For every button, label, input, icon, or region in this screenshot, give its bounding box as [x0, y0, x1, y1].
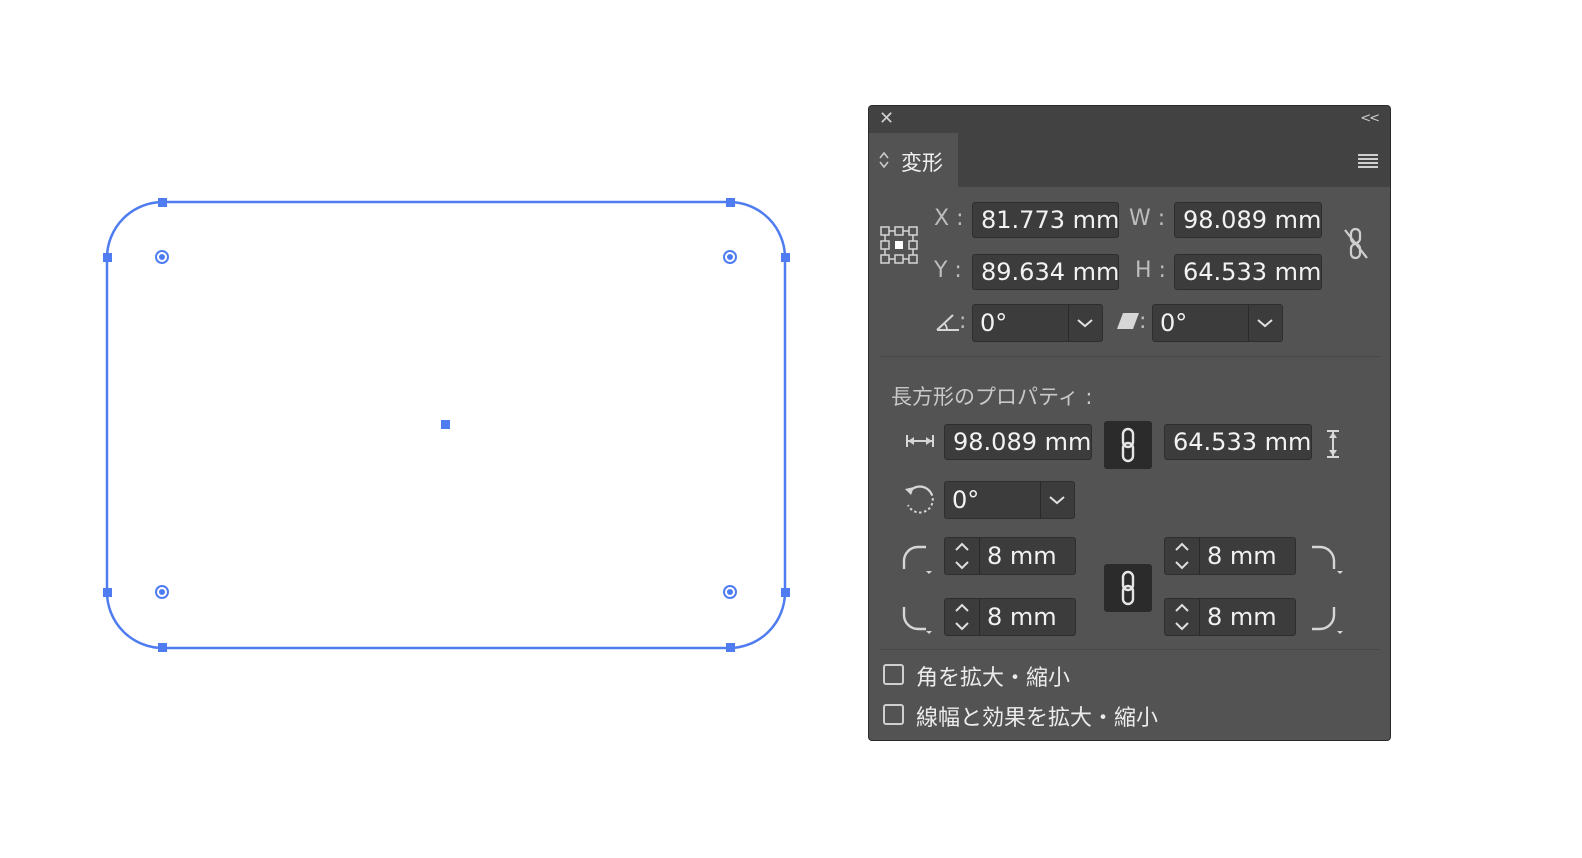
- y-input[interactable]: 89.634 mm: [972, 254, 1119, 290]
- angle-value: 0°: [980, 309, 1008, 337]
- corner-bottom-right-icon: [1312, 607, 1343, 634]
- constrain-wh-button[interactable]: [1104, 421, 1152, 469]
- shear-dropdown[interactable]: 0°: [1152, 304, 1283, 342]
- corner-top-right-stepper[interactable]: 8 mm: [1164, 537, 1296, 575]
- rect-properties-heading: 長方形のプロパティ :: [891, 385, 1093, 409]
- x-input[interactable]: 81.773 mm: [972, 202, 1119, 238]
- collapse-panel-icon[interactable]: <<: [1360, 111, 1380, 126]
- corner-top-right-value: 8 mm: [1207, 542, 1277, 570]
- rect-rotate-icon: [905, 485, 934, 514]
- corner-top-left-value: 8 mm: [987, 542, 1057, 570]
- constrain-unlinked-icon[interactable]: [1342, 226, 1370, 262]
- section-divider: [880, 649, 1380, 650]
- chevron-down-icon: [1257, 319, 1273, 328]
- w-input[interactable]: 98.089 mm: [1174, 202, 1322, 238]
- panel-tab-bar: 変形: [869, 133, 1390, 187]
- rect-width-input[interactable]: 98.089 mm: [944, 424, 1092, 460]
- tab-transform[interactable]: 変形: [869, 133, 958, 187]
- scale-corners-label[interactable]: 角を拡大・縮小: [916, 660, 1070, 692]
- shear-colon: :: [1139, 309, 1147, 334]
- artboard-canvas[interactable]: [0, 0, 820, 858]
- stepper-arrows-icon[interactable]: [945, 538, 980, 574]
- corner-bottom-right-value: 8 mm: [1207, 603, 1277, 631]
- scale-strokes-label[interactable]: 線幅と効果を拡大・縮小: [916, 700, 1158, 732]
- panel-title-bar: ✕ <<: [869, 106, 1390, 134]
- corner-top-left-stepper[interactable]: 8 mm: [944, 537, 1076, 575]
- transform-panel: ✕ << 変形 X : 81.773 mm W: 98.089 mm Y: …: [868, 105, 1391, 741]
- corner-bottom-left-value: 8 mm: [987, 603, 1057, 631]
- rotate-angle-icon: [936, 314, 959, 331]
- center-point: [441, 420, 450, 429]
- section-divider: [880, 356, 1380, 357]
- rect-rotate-value: 0°: [952, 486, 980, 514]
- rect-width-icon: [906, 435, 934, 447]
- chevron-down-icon: [1077, 319, 1093, 328]
- shear-icon: [1117, 313, 1139, 329]
- corner-bottom-left-stepper[interactable]: 8 mm: [944, 598, 1076, 636]
- corner-bottom-right-stepper[interactable]: 8 mm: [1164, 598, 1296, 636]
- stepper-arrows-icon[interactable]: [1165, 538, 1200, 574]
- chevron-down-icon: [1049, 496, 1065, 505]
- tab-stepper-icon: [879, 151, 889, 169]
- h-input[interactable]: 64.533 mm: [1174, 254, 1322, 290]
- close-icon[interactable]: ✕: [879, 110, 894, 128]
- rect-rotate-dropdown[interactable]: 0°: [944, 481, 1075, 519]
- x-label: X :: [934, 206, 964, 231]
- scale-corners-checkbox[interactable]: [883, 664, 904, 685]
- stepper-arrows-icon[interactable]: [945, 599, 980, 635]
- reference-point-icon[interactable]: [880, 226, 918, 264]
- scale-strokes-checkbox[interactable]: [883, 704, 904, 725]
- corner-bottom-left-icon: [902, 607, 932, 634]
- shear-value: 0°: [1160, 309, 1188, 337]
- corner-top-left-icon: [902, 545, 932, 574]
- chain-link-icon: [1121, 427, 1135, 463]
- panel-menu-icon[interactable]: [1358, 154, 1378, 168]
- angle-colon: :: [959, 309, 967, 334]
- rect-height-input[interactable]: 64.533 mm: [1164, 424, 1312, 460]
- angle-dropdown[interactable]: 0°: [972, 304, 1103, 342]
- rect-height-icon: [1327, 430, 1339, 458]
- y-label: Y :: [934, 258, 962, 283]
- w-label: W :: [1129, 206, 1166, 231]
- tab-transform-label: 変形: [901, 151, 943, 175]
- chain-link-icon: [1121, 570, 1135, 606]
- h-label: H :: [1135, 258, 1166, 283]
- corner-link-button[interactable]: [1104, 564, 1152, 612]
- stepper-arrows-icon[interactable]: [1165, 599, 1200, 635]
- corner-top-right-icon: [1312, 545, 1343, 574]
